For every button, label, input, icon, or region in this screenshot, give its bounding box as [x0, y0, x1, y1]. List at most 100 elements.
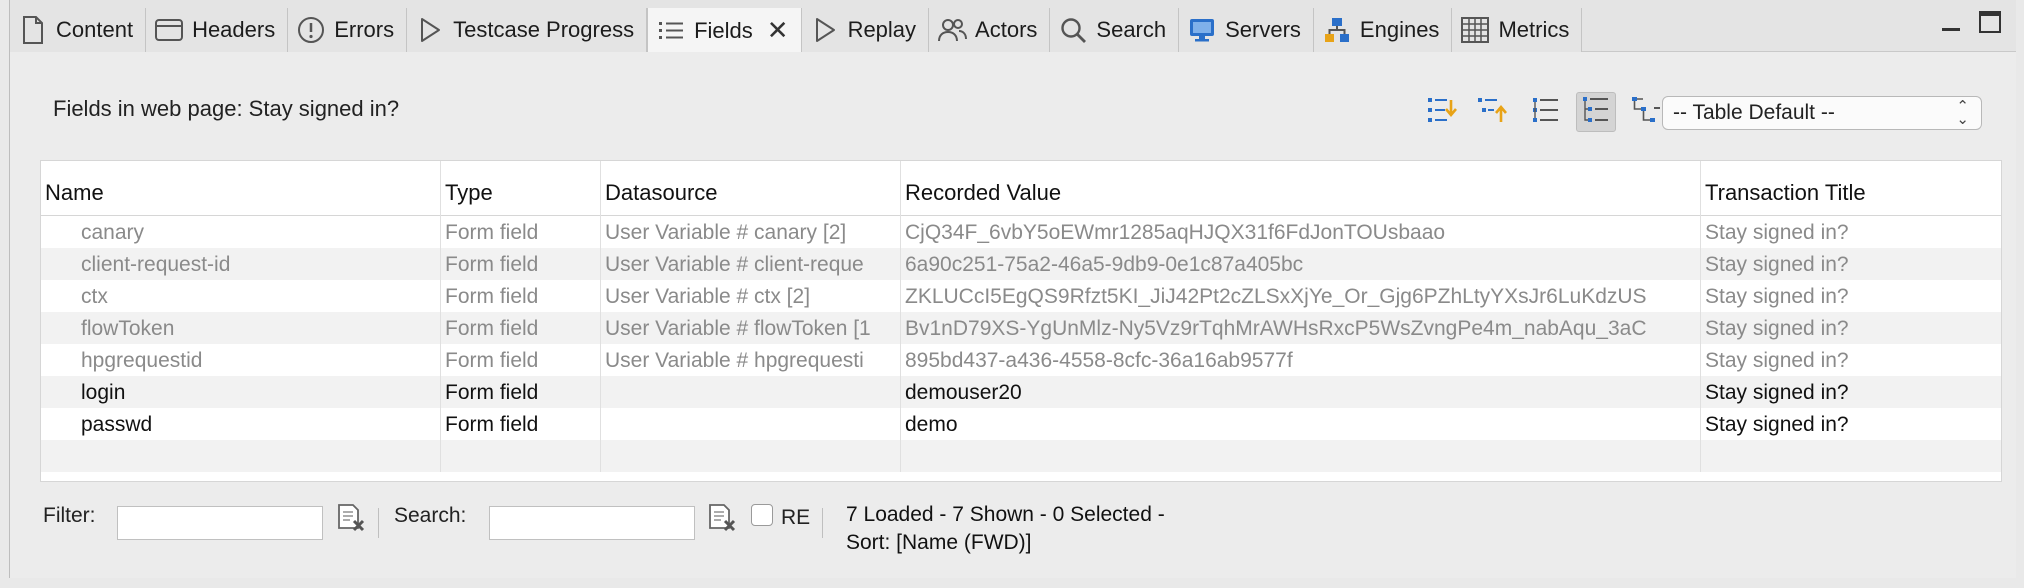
divider — [378, 508, 379, 538]
table-layout-select[interactable]: -- Table Default -- ⌃ ⌄ — [1662, 96, 1982, 130]
tab-search[interactable]: Search — [1050, 8, 1180, 52]
flat-list-icon — [1530, 94, 1562, 131]
column-header-datasource[interactable]: Datasource — [601, 161, 901, 216]
tab-content[interactable]: Content — [10, 8, 147, 52]
cell-name: ctx — [81, 285, 108, 308]
table-row[interactable]: passwd Form field demo Stay signed in? — [41, 408, 2001, 440]
close-icon[interactable]: ✕ — [767, 15, 789, 46]
tab-metrics[interactable]: Metrics — [1452, 8, 1583, 52]
tab-label: Servers — [1225, 17, 1301, 42]
clear-filter-icon — [335, 502, 367, 539]
clear-search-button[interactable] — [704, 502, 740, 538]
cell-datasource: User Variable # client-reque — [601, 248, 901, 280]
minimize-icon[interactable] — [1940, 12, 1962, 38]
table-header: Name Type Datasource Recorded Value Tran… — [41, 161, 2001, 216]
table-row[interactable]: ctx Form field User Variable # ctx [2] Z… — [41, 280, 2001, 312]
play-icon — [415, 15, 445, 45]
select-arrows-icon: ⌃ ⌄ — [1956, 98, 1969, 128]
tab-headers[interactable]: Headers — [146, 8, 289, 52]
regex-checkbox[interactable] — [751, 504, 773, 526]
cell-datasource: User Variable # canary [2] — [601, 216, 901, 248]
cell-type: Form field — [441, 344, 601, 376]
fields-view-window: Content Headers Errors Testcase Progress — [9, 0, 2016, 578]
flat-list-button[interactable] — [1526, 92, 1566, 132]
status-sort: Sort: [Name (FWD)] — [846, 531, 1032, 554]
cell-datasource: User Variable # flowToken [1 — [601, 312, 901, 344]
cell-recorded-value: demo — [901, 408, 1701, 440]
tree-collapse-icon — [1476, 94, 1508, 131]
grouped-list-icon — [1580, 94, 1612, 131]
cell-name: canary — [81, 221, 145, 244]
clear-filter-button[interactable] — [333, 502, 369, 538]
cell-recorded-value: demouser20 — [901, 376, 1701, 408]
tab-label: Replay — [847, 17, 917, 42]
tab-testcase-progress[interactable]: Testcase Progress — [407, 8, 648, 52]
tab-label: Fields — [694, 17, 753, 43]
tab-errors[interactable]: Errors — [288, 8, 408, 52]
tab-replay[interactable]: Replay — [801, 8, 930, 52]
cell-recorded-value: 895bd437-a436-4558-8cfc-36a16ab9577f — [901, 344, 1701, 376]
cell-recorded-value: 6a90c251-75a2-46a5-9db9-0e1c87a405bc — [901, 248, 1701, 280]
search-label: Search: — [394, 504, 467, 527]
maximize-icon[interactable] — [1978, 10, 2002, 40]
tab-label: Metrics — [1498, 17, 1570, 42]
alert-icon — [296, 15, 326, 45]
tab-fields[interactable]: Fields ✕ — [647, 8, 802, 53]
table-row[interactable]: client-request-id Form field User Variab… — [41, 248, 2001, 280]
cell-datasource: User Variable # ctx [2] — [601, 280, 901, 312]
divider — [822, 508, 823, 538]
cell-datasource: User Variable # hpgrequesti — [601, 344, 901, 376]
cell-type: Form field — [441, 376, 601, 408]
clear-search-icon — [706, 502, 738, 539]
tab-servers[interactable]: Servers — [1179, 8, 1314, 52]
tab-engines[interactable]: Engines — [1313, 8, 1453, 52]
cell-recorded-value: Bv1nD79XS-YgUnMlz-Ny5Vz9rTqhMrAWHsRxcP5W… — [901, 312, 1701, 344]
cell-name: client-request-id — [81, 253, 231, 276]
cell-recorded-value: ZKLUCcI5EgQS9Rfzt5KI_JiJ42Pt2cZLSxXjYe_O… — [901, 280, 1701, 312]
grid-icon — [1460, 15, 1490, 45]
filter-input[interactable] — [117, 506, 323, 540]
collapse-all-button[interactable] — [1472, 92, 1512, 132]
table-row[interactable]: hpgrequestid Form field User Variable # … — [41, 344, 2001, 376]
search-input[interactable] — [489, 506, 695, 540]
view-toolbar — [1422, 92, 1666, 132]
table-row[interactable]: flowToken Form field User Variable # flo… — [41, 312, 2001, 344]
cell-name: passwd — [81, 413, 153, 436]
cell-transaction-title: Stay signed in? — [1705, 413, 1849, 436]
tab-actors[interactable]: Actors — [929, 8, 1051, 52]
tree-expand-icon — [1426, 94, 1458, 131]
cell-recorded-value: CjQ34F_6vbY5oEWmr1285aqHJQX31f6FdJonTOUs… — [901, 216, 1701, 248]
cell-type: Form field — [441, 248, 601, 280]
cell-datasource — [601, 376, 901, 408]
table-row[interactable]: canary Form field User Variable # canary… — [41, 216, 2001, 248]
cell-transaction-title: Stay signed in? — [1705, 253, 1849, 276]
list-icon — [656, 16, 686, 46]
tree-view-button[interactable] — [1626, 92, 1666, 132]
filter-bar: Filter: Search: RE 7 Loaded - 7 Shown - … — [10, 484, 2016, 574]
grouped-list-button[interactable] — [1576, 92, 1616, 132]
column-header-recorded-value[interactable]: Recorded Value — [901, 161, 1701, 216]
tab-bar: Content Headers Errors Testcase Progress — [10, 0, 2016, 53]
tab-label: Content — [56, 17, 134, 42]
table-row[interactable]: login Form field demouser20 Stay signed … — [41, 376, 2001, 408]
tab-label: Errors — [334, 17, 395, 42]
cell-name: hpgrequestid — [81, 349, 203, 372]
column-header-transaction-title[interactable]: Transaction Title — [1701, 161, 2001, 216]
expand-all-button[interactable] — [1422, 92, 1462, 132]
cell-type: Form field — [441, 280, 601, 312]
tab-label: Actors — [975, 17, 1038, 42]
column-header-name[interactable]: Name — [41, 161, 441, 216]
monitor-icon — [1187, 15, 1217, 45]
tab-label: Testcase Progress — [453, 17, 635, 42]
page-title: Fields in web page: Stay signed in? — [53, 96, 400, 121]
fields-panel: Fields in web page: Stay signed in? -- T… — [10, 52, 2016, 578]
fields-table: Name Type Datasource Recorded Value Tran… — [40, 160, 2002, 482]
empty-table-row — [41, 440, 2001, 472]
status-counts: 7 Loaded - 7 Shown - 0 Selected - — [846, 503, 1165, 526]
column-header-type[interactable]: Type — [441, 161, 601, 216]
document-icon — [18, 15, 48, 45]
cell-name: login — [81, 381, 126, 404]
search-icon — [1058, 15, 1088, 45]
cell-transaction-title: Stay signed in? — [1705, 285, 1849, 308]
cell-transaction-title: Stay signed in? — [1705, 221, 1849, 244]
